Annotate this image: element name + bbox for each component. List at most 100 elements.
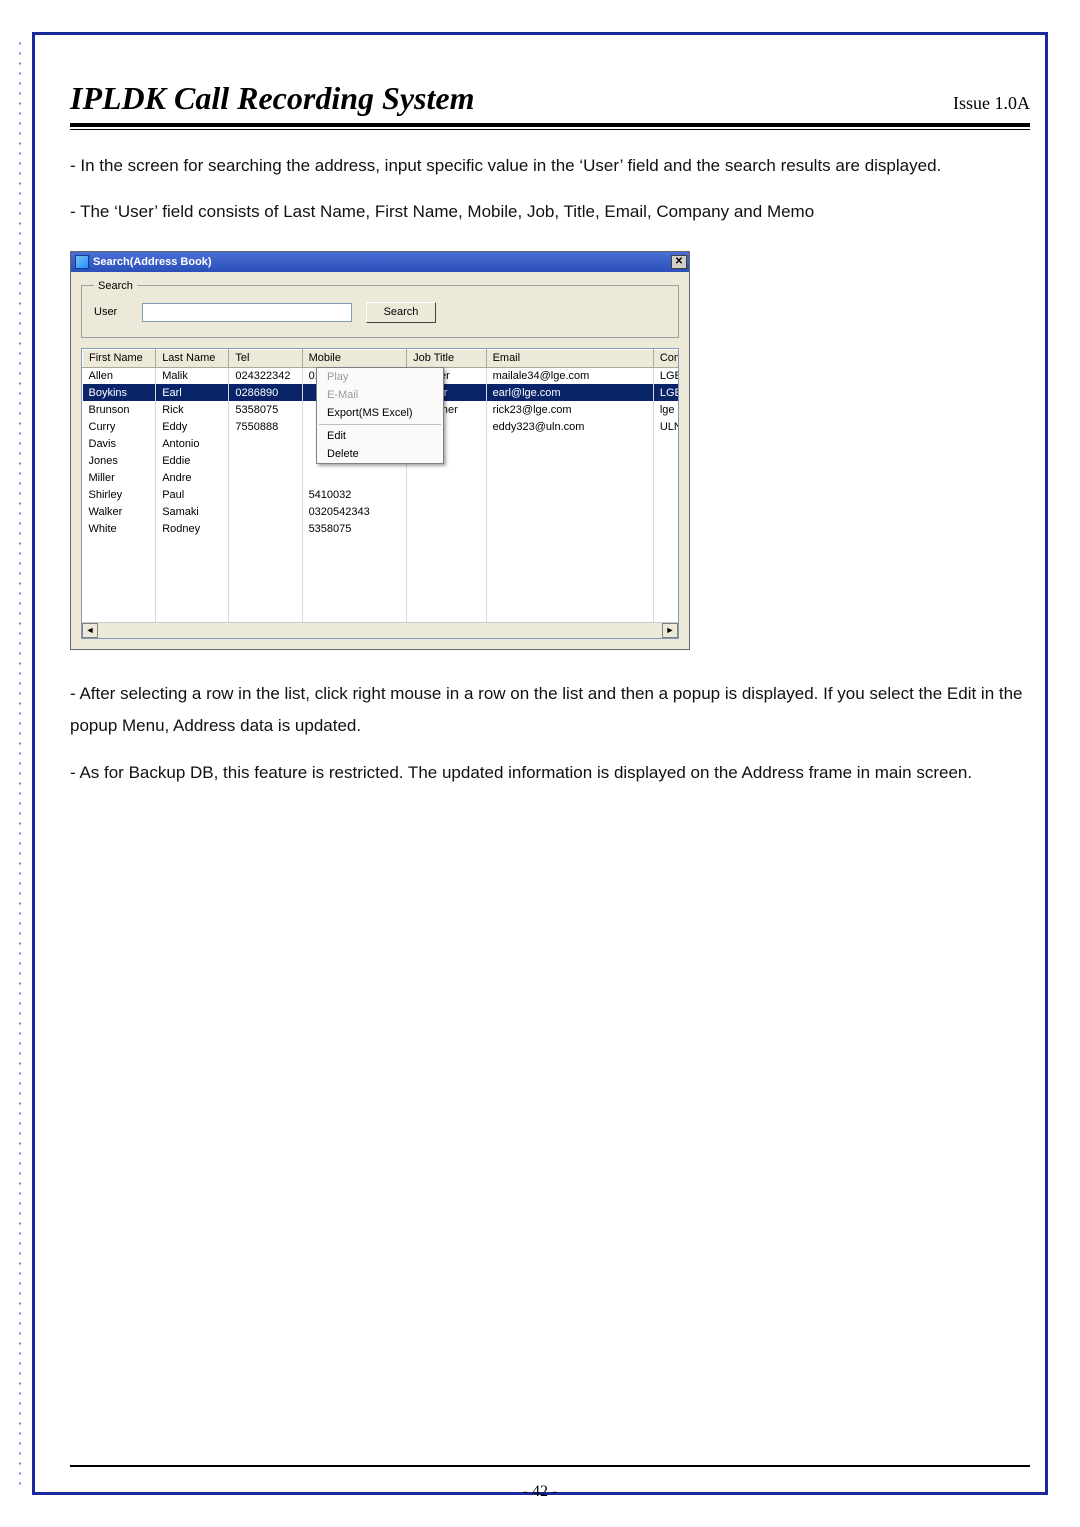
- table-row-empty[interactable]: [83, 571, 680, 588]
- cell-first[interactable]: Boykins: [83, 384, 156, 401]
- cell-last[interactable]: Malik: [156, 367, 229, 384]
- page-number: - 42 -: [0, 1483, 1080, 1501]
- col-last-name[interactable]: Last Name: [156, 349, 229, 367]
- cell-tel[interactable]: 5358075: [229, 401, 302, 418]
- close-button[interactable]: ✕: [671, 255, 687, 269]
- titlebar[interactable]: Search(Address Book) ✕: [71, 252, 689, 272]
- menu-email[interactable]: E-Mail: [317, 386, 443, 404]
- col-first-name[interactable]: First Name: [83, 349, 156, 367]
- cell-mobile[interactable]: [302, 469, 407, 486]
- table-row-empty[interactable]: [83, 588, 680, 605]
- search-window: Search(Address Book) ✕ Search User Searc…: [70, 251, 690, 651]
- cell-email[interactable]: earl@lge.com: [486, 384, 653, 401]
- search-fieldset: Search User Search: [81, 280, 679, 338]
- cell-last[interactable]: Rodney: [156, 520, 229, 537]
- cell-tel[interactable]: [229, 503, 302, 520]
- col-mobile[interactable]: Mobile: [302, 349, 407, 367]
- cell-mobile[interactable]: 0320542343: [302, 503, 407, 520]
- cell-first[interactable]: Walker: [83, 503, 156, 520]
- cell-first[interactable]: Davis: [83, 435, 156, 452]
- cell-comp[interactable]: [653, 435, 679, 452]
- cell-email[interactable]: [486, 486, 653, 503]
- cell-job[interactable]: [407, 486, 486, 503]
- cell-job[interactable]: [407, 469, 486, 486]
- table-row[interactable]: MillerAndre: [83, 469, 680, 486]
- cell-tel[interactable]: [229, 452, 302, 469]
- cell-last[interactable]: Eddy: [156, 418, 229, 435]
- paragraph-4: - As for Backup DB, this feature is rest…: [70, 757, 1030, 789]
- col-email[interactable]: Email: [486, 349, 653, 367]
- cell-last[interactable]: Samaki: [156, 503, 229, 520]
- context-menu[interactable]: Play E-Mail Export(MS Excel) Edit Delete: [316, 367, 444, 464]
- cell-tel[interactable]: 7550888: [229, 418, 302, 435]
- cell-mobile[interactable]: 5410032: [302, 486, 407, 503]
- col-job-title[interactable]: Job Title: [407, 349, 486, 367]
- cell-tel[interactable]: 024322342: [229, 367, 302, 384]
- cell-first[interactable]: Allen: [83, 367, 156, 384]
- cell-email[interactable]: [486, 435, 653, 452]
- cell-first[interactable]: Curry: [83, 418, 156, 435]
- cell-last[interactable]: Paul: [156, 486, 229, 503]
- cell-job[interactable]: [407, 503, 486, 520]
- cell-comp[interactable]: lge: [653, 401, 679, 418]
- cell-last[interactable]: Andre: [156, 469, 229, 486]
- grid-header-row[interactable]: First Name Last Name Tel Mobile Job Titl…: [83, 349, 680, 367]
- cell-last[interactable]: Eddie: [156, 452, 229, 469]
- cell-comp[interactable]: [653, 520, 679, 537]
- cell-comp[interactable]: LGE: [653, 384, 679, 401]
- cell-email[interactable]: [486, 520, 653, 537]
- col-comp[interactable]: Comp: [653, 349, 679, 367]
- cell-comp[interactable]: LGE: [653, 367, 679, 384]
- col-tel[interactable]: Tel: [229, 349, 302, 367]
- cell-tel[interactable]: [229, 520, 302, 537]
- menu-delete[interactable]: Delete: [317, 445, 443, 463]
- table-row-empty[interactable]: [83, 554, 680, 571]
- cell-comp[interactable]: [653, 486, 679, 503]
- paragraph-3: - After selecting a row in the list, cli…: [70, 678, 1030, 743]
- cell-tel[interactable]: [229, 486, 302, 503]
- horizontal-scrollbar[interactable]: ◄ ►: [82, 622, 678, 638]
- cell-first[interactable]: Brunson: [83, 401, 156, 418]
- table-row-empty[interactable]: [83, 605, 680, 622]
- scroll-left-arrow-icon[interactable]: ◄: [82, 623, 98, 638]
- table-row[interactable]: WhiteRodney 5358075: [83, 520, 680, 537]
- cell-job[interactable]: [407, 520, 486, 537]
- cell-last[interactable]: Antonio: [156, 435, 229, 452]
- menu-export[interactable]: Export(MS Excel): [317, 404, 443, 422]
- table-row-empty[interactable]: [83, 537, 680, 554]
- cell-last[interactable]: Rick: [156, 401, 229, 418]
- menu-edit[interactable]: Edit: [317, 427, 443, 445]
- table-row[interactable]: WalkerSamaki 0320542343: [83, 503, 680, 520]
- cell-email[interactable]: rick23@lge.com: [486, 401, 653, 418]
- user-input[interactable]: [142, 303, 352, 322]
- cell-email[interactable]: [486, 452, 653, 469]
- cell-email[interactable]: mailale34@lge.com: [486, 367, 653, 384]
- cell-first[interactable]: Shirley: [83, 486, 156, 503]
- cell-tel[interactable]: [229, 435, 302, 452]
- scroll-track[interactable]: [98, 623, 662, 638]
- header-rule-thin: [70, 129, 1030, 130]
- cell-tel[interactable]: 0286890: [229, 384, 302, 401]
- results-grid[interactable]: First Name Last Name Tel Mobile Job Titl…: [81, 348, 679, 640]
- cell-email[interactable]: [486, 503, 653, 520]
- menu-play[interactable]: Play: [317, 368, 443, 386]
- menu-separator: [319, 424, 441, 425]
- header-rule-thick: [70, 123, 1030, 127]
- cell-first[interactable]: White: [83, 520, 156, 537]
- cell-comp[interactable]: [653, 452, 679, 469]
- cell-comp[interactable]: ULN: [653, 418, 679, 435]
- user-label: User: [94, 306, 128, 318]
- cell-first[interactable]: Miller: [83, 469, 156, 486]
- cell-email[interactable]: [486, 469, 653, 486]
- search-legend: Search: [94, 280, 137, 292]
- cell-first[interactable]: Jones: [83, 452, 156, 469]
- cell-tel[interactable]: [229, 469, 302, 486]
- cell-mobile[interactable]: 5358075: [302, 520, 407, 537]
- cell-last[interactable]: Earl: [156, 384, 229, 401]
- cell-email[interactable]: eddy323@uln.com: [486, 418, 653, 435]
- cell-comp[interactable]: [653, 469, 679, 486]
- cell-comp[interactable]: [653, 503, 679, 520]
- scroll-right-arrow-icon[interactable]: ►: [662, 623, 678, 638]
- table-row[interactable]: ShirleyPaul 5410032: [83, 486, 680, 503]
- search-button[interactable]: Search: [366, 302, 436, 323]
